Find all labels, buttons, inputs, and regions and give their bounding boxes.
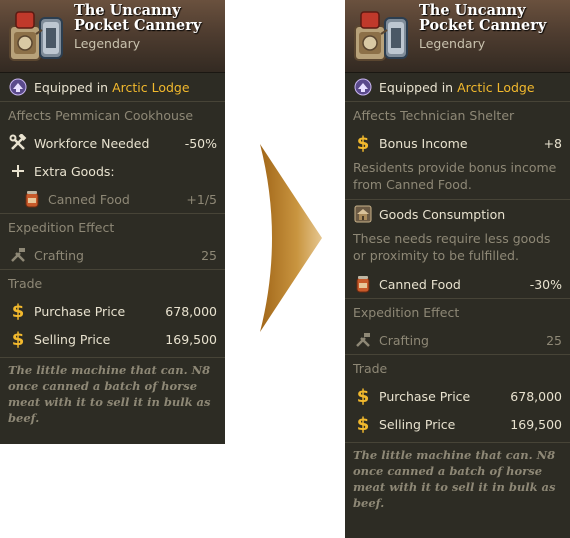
selling-price-value: 169,500 [165,331,217,347]
crafting-value: 25 [201,247,217,263]
selling-price-value: 169,500 [510,416,562,432]
purchase-price-value: 678,000 [165,303,217,319]
equipped-prefix: Equipped in [379,79,454,95]
selling-price-label: Selling Price [34,331,111,347]
equipped-row: Equipped in Arctic Lodge [345,73,570,101]
transition-arrow-icon [260,144,322,332]
trade-title: Trade [8,276,43,291]
bonus-income-row: $ Bonus Income +8 [345,129,570,157]
expedition-title: Expedition Effect [8,220,115,235]
plus-icon [8,161,28,181]
canned-food-label: Canned Food [48,191,130,207]
canned-food-row: Canned Food +1/5 [0,185,225,213]
coin-dollar-icon: $ [11,328,25,350]
workforce-row: Workforce Needed -50% [0,129,225,157]
trade-title: Trade [353,361,388,376]
purchase-price-row: $ Purchase Price 678,000 [0,297,225,325]
extra-goods-label: Extra Goods: [34,163,115,179]
flavor-text: The little machine that can. N8 once can… [353,448,556,510]
extra-goods-row: Extra Goods: [0,157,225,185]
crafting-label: Crafting [379,332,429,348]
canned-food-icon [353,274,373,294]
crafting-icon [353,330,373,350]
tooltip-header: The Uncanny Pocket Cannery Legendary [0,0,225,73]
lodge-badge-icon [353,77,373,97]
item-tooltip-before: The Uncanny Pocket Cannery Legendary Equ… [0,0,225,444]
coin-dollar-icon: $ [356,385,370,407]
crafting-label: Crafting [34,247,84,263]
bonus-income-label: Bonus Income [379,135,468,151]
purchase-price-row: $ Purchase Price 678,000 [345,382,570,410]
canned-food-label: Canned Food [379,276,461,292]
bonus-income-value: +8 [543,135,562,151]
hammer-wrench-icon [8,133,28,153]
item-title: The Uncanny Pocket Cannery [74,2,202,34]
canned-food-row: Canned Food -30% [345,270,570,298]
goods-consumption-label: Goods Consumption [379,206,506,222]
selling-price-row: $ Selling Price 169,500 [0,325,225,353]
purchase-price-value: 678,000 [510,388,562,404]
affects-title: Affects Technician Shelter [353,108,515,123]
shelter-icon [353,204,373,224]
crafting-row: Crafting 25 [345,326,570,354]
purchase-price-label: Purchase Price [34,303,126,319]
coin-dollar-icon: $ [356,413,370,435]
crafting-row: Crafting 25 [0,241,225,269]
flavor-text: The little machine that can. N8 once can… [8,363,211,425]
workforce-label: Workforce Needed [34,135,150,151]
coin-dollar-icon: $ [11,300,25,322]
crafting-value: 25 [546,332,562,348]
purchase-price-label: Purchase Price [379,388,471,404]
selling-price-row: $ Selling Price 169,500 [345,410,570,438]
item-title: The Uncanny Pocket Cannery [419,2,547,34]
expedition-title: Expedition Effect [353,305,460,320]
goods-consumption-row: Goods Consumption [345,200,570,228]
item-tooltip-after: The Uncanny Pocket Cannery Legendary Equ… [345,0,570,538]
crafting-icon [8,245,28,265]
equipped-location: Arctic Lodge [457,79,535,95]
canned-food-value: +1/5 [186,191,217,207]
bonus-income-description: Residents provide bonus income from Cann… [353,160,557,192]
item-rarity: Legendary [419,36,486,51]
equipped-row: Equipped in Arctic Lodge [0,73,225,101]
canned-food-icon [22,189,42,209]
item-rarity: Legendary [74,36,141,51]
selling-price-label: Selling Price [379,416,456,432]
canned-food-value: -30% [529,276,562,292]
goods-consumption-description: These needs require less goods or proxim… [353,231,551,263]
coin-dollar-icon: $ [356,132,370,154]
cannery-item-icon [354,11,408,61]
tooltip-header: The Uncanny Pocket Cannery Legendary [345,0,570,73]
affects-title: Affects Pemmican Cookhouse [8,108,194,123]
equipped-prefix: Equipped in [34,79,109,95]
equipped-location: Arctic Lodge [112,79,190,95]
lodge-badge-icon [8,77,28,97]
cannery-item-icon [9,11,63,61]
workforce-value: -50% [184,135,217,151]
